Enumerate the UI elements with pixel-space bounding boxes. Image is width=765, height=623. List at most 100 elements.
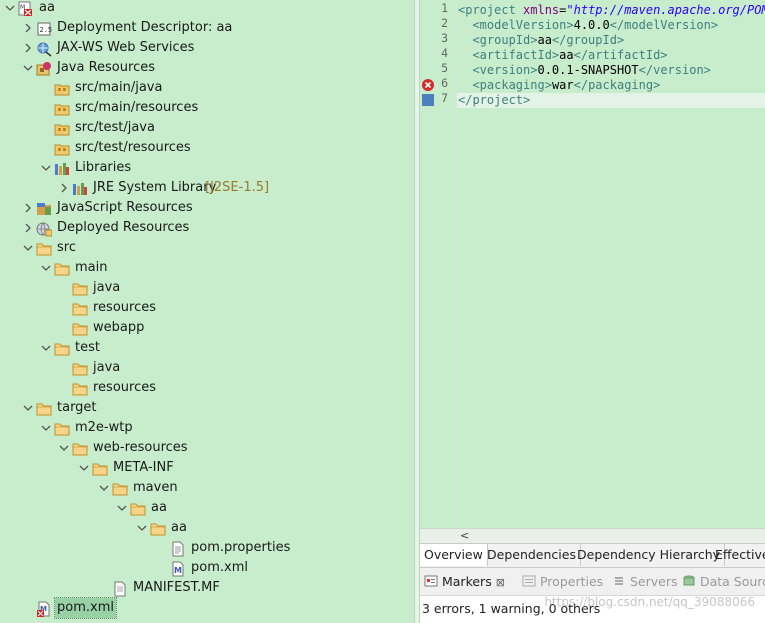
code-token: 0.0.1-SNAPSHOT — [537, 63, 639, 77]
chevron-right-icon[interactable] — [22, 218, 34, 238]
tree-item-label: pom.properties — [191, 540, 291, 555]
tree-item[interactable]: Mpom.xml — [0, 597, 414, 619]
js-resources-icon — [36, 201, 52, 215]
tab-dependencies[interactable]: Dependencies — [483, 544, 581, 566]
tree-item[interactable]: resources — [0, 298, 414, 318]
chevron-down-icon[interactable] — [40, 418, 52, 438]
editor-horizontal-scrollbar[interactable]: < — [420, 528, 765, 543]
tab-servers[interactable]: Servers — [612, 573, 678, 591]
chevron-right-icon[interactable] — [22, 18, 34, 38]
tree-item[interactable]: test — [0, 338, 414, 358]
tree-item[interactable]: aa — [0, 498, 414, 518]
line-number: 2 — [420, 16, 456, 33]
tree-item-label: maven — [133, 480, 178, 495]
scroll-left-icon[interactable]: < — [460, 529, 469, 542]
tree-item[interactable]: META-INF — [0, 458, 414, 478]
code-line[interactable]: <groupId>aa</groupId> — [458, 33, 624, 48]
code-line[interactable]: </project> — [458, 93, 530, 108]
tree-item[interactable]: src — [0, 238, 414, 258]
chevron-down-icon[interactable] — [40, 158, 52, 178]
chevron-down-icon[interactable] — [116, 498, 128, 518]
tree-item[interactable]: main — [0, 258, 414, 278]
bookmark-marker-icon[interactable] — [422, 94, 434, 109]
chevron-down-icon[interactable] — [22, 398, 34, 418]
tree-item[interactable]: Java Resources — [0, 58, 414, 78]
code-line[interactable]: <project xmlns="http://maven.apache.org/… — [458, 3, 765, 18]
line-number-text: 4 — [441, 46, 448, 60]
tab-overview[interactable]: Overview — [420, 544, 488, 566]
tree-item[interactable]: web-resources — [0, 438, 414, 458]
tab-markers[interactable]: Markers ⊠ — [424, 573, 505, 591]
tree-item[interactable]: java — [0, 278, 414, 298]
library-icon — [72, 181, 88, 195]
chevron-down-icon[interactable] — [40, 338, 52, 358]
tree-item[interactable]: JavaScript Resources — [0, 198, 414, 218]
tree-item[interactable]: 2.5 Deployment Descriptor: aa — [0, 18, 414, 38]
code-token: </groupId> — [551, 33, 625, 47]
tree-item[interactable]: aa — [0, 518, 414, 538]
tree-item[interactable]: Mpom.xml — [0, 558, 414, 578]
tree-item[interactable]: Maa — [0, 0, 414, 18]
tree-item-label: main — [75, 260, 108, 275]
code-token: </artifactId> — [573, 48, 668, 62]
code-token: <packaging> — [472, 78, 552, 92]
tree-item[interactable]: Libraries — [0, 158, 414, 178]
tree-item[interactable]: JRE System Library [J2SE-1.5] — [0, 178, 414, 198]
project-explorer-tree[interactable]: Maa 2.5 Deployment Descriptor: aa JAX-WS We… — [0, 0, 414, 623]
code-token: "http://maven.apache.org/POM/ — [566, 3, 765, 17]
tree-item-label: JRE System Library — [93, 180, 217, 195]
tree-item-label: pom.xml — [191, 560, 248, 575]
code-token: 4.0.0 — [573, 18, 610, 32]
descriptor-icon: 2.5 — [36, 21, 52, 36]
pom-editor-tabs: Overview Dependencies Dependency Hierarc… — [420, 543, 765, 567]
chevron-right-icon[interactable] — [58, 178, 70, 198]
chevron-down-icon[interactable] — [98, 478, 110, 498]
tree-item[interactable]: target — [0, 398, 414, 418]
chevron-down-icon[interactable] — [4, 0, 16, 18]
chevron-down-icon[interactable] — [136, 518, 148, 538]
chevron-down-icon[interactable] — [78, 458, 90, 478]
tree-item[interactable]: src/main/resources — [0, 98, 414, 118]
tree-item[interactable]: resources — [0, 378, 414, 398]
tree-item[interactable]: MANIFEST.MF — [0, 578, 414, 598]
chevron-down-icon[interactable] — [22, 238, 34, 258]
tree-item[interactable]: maven — [0, 478, 414, 498]
code-token: </version> — [638, 63, 711, 77]
tree-item[interactable]: JAX-WS Web Services — [0, 38, 414, 58]
line-number-text: 5 — [441, 61, 448, 75]
chevron-right-icon[interactable] — [22, 198, 34, 218]
tab-data-source[interactable]: Data Sourc — [682, 573, 765, 591]
chevron-down-icon[interactable] — [40, 258, 52, 278]
tree-item[interactable]: webapp — [0, 318, 414, 338]
close-icon[interactable]: ⊠ — [496, 576, 505, 589]
tree-item[interactable]: src/main/java — [0, 78, 414, 98]
tree-item[interactable]: Deployed Resources — [0, 218, 414, 238]
properties-file-icon — [170, 541, 186, 557]
line-number: 3 — [420, 31, 456, 48]
chevron-right-icon[interactable] — [22, 38, 34, 58]
tree-item[interactable]: pom.properties — [0, 538, 414, 558]
tree-item[interactable]: java — [0, 358, 414, 378]
package-folder-icon — [54, 141, 70, 156]
pom-editor[interactable]: 1234567 <project xmlns="http://maven.apa… — [420, 0, 765, 543]
chevron-down-icon[interactable] — [58, 438, 70, 458]
maven-file-icon: M — [170, 561, 186, 577]
tab-dependency-hierarchy[interactable]: Dependency Hierarchy — [573, 544, 726, 566]
tab-properties[interactable]: Properties — [522, 573, 603, 591]
line-number-text: 1 — [441, 1, 448, 15]
folder-icon — [150, 521, 166, 536]
folder-icon — [54, 341, 70, 356]
code-line[interactable]: <version>0.0.1-SNAPSHOT</version> — [458, 63, 711, 78]
tree-item-label: java — [93, 360, 121, 375]
code-line[interactable]: <modelVersion>4.0.0</modelVersion> — [458, 18, 718, 33]
code-line[interactable]: <artifactId>aa</artifactId> — [458, 48, 668, 63]
tab-properties-label: Properties — [539, 574, 604, 589]
code-line[interactable]: <packaging>war</packaging> — [458, 78, 660, 93]
tree-item-label: pom.xml — [54, 597, 117, 619]
chevron-down-icon[interactable] — [22, 58, 34, 78]
tree-item[interactable]: src/test/java — [0, 118, 414, 138]
tab-effective[interactable]: Effective — [711, 544, 765, 566]
tree-item[interactable]: src/test/resources — [0, 138, 414, 158]
tree-item[interactable]: m2e-wtp — [0, 418, 414, 438]
